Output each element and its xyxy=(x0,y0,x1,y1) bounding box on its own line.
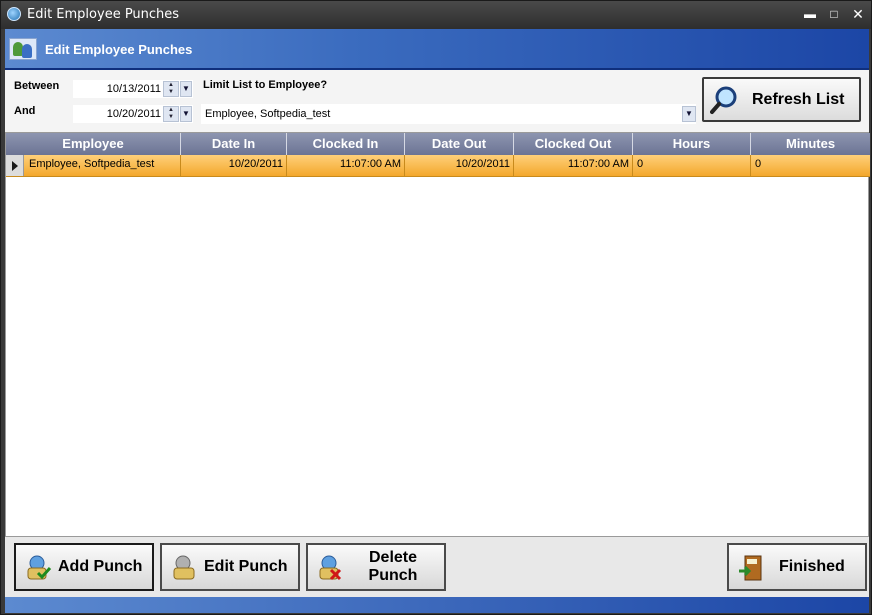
app-icon xyxy=(7,7,21,21)
between-label: Between xyxy=(14,80,60,92)
client-area: Edit Employee Punches Between 10/13/2011… xyxy=(5,29,870,613)
employees-icon xyxy=(9,38,37,60)
employee-select-value: Employee, Softpedia_test xyxy=(205,108,331,120)
col-clocked-in[interactable]: Clocked In xyxy=(287,133,405,155)
and-label: And xyxy=(14,105,36,117)
start-date-dropdown-icon[interactable]: ▼ xyxy=(180,81,192,97)
col-employee[interactable]: Employee xyxy=(6,133,181,155)
header-band: Edit Employee Punches xyxy=(5,29,869,70)
col-hours[interactable]: Hours xyxy=(633,133,751,155)
col-clocked-out[interactable]: Clocked Out xyxy=(514,133,633,155)
filter-panel: Between 10/13/2011 ▲ ▼ ▼ And 10/20/2011 ▲… xyxy=(5,70,869,132)
edit-punch-button[interactable]: Edit Punch xyxy=(160,543,300,591)
cell-minutes[interactable]: 0 xyxy=(751,155,870,176)
col-date-out[interactable]: Date Out xyxy=(405,133,514,155)
delete-punch-button[interactable]: Delete Punch xyxy=(306,543,446,591)
magnifier-icon xyxy=(710,86,737,114)
end-date-field[interactable]: 10/20/2011 ▲ ▼ ▼ xyxy=(73,105,193,123)
cell-clocked-out[interactable]: 11:07:00 AM xyxy=(514,155,633,176)
window-title: Edit Employee Punches xyxy=(27,7,180,22)
cell-date-in[interactable]: 10/20/2011 xyxy=(181,155,287,176)
cell-employee[interactable]: Employee, Softpedia_test xyxy=(25,155,181,176)
limit-employee-label: Limit List to Employee? xyxy=(203,79,328,91)
title-bar[interactable]: Edit Employee Punches ▬ □ ✕ xyxy=(1,1,871,29)
cell-clocked-in[interactable]: 11:07:00 AM xyxy=(287,155,405,176)
add-punch-icon xyxy=(27,555,52,580)
action-bar: Add Punch Edit Punch Delete Punch Finish… xyxy=(5,537,869,597)
app-window: Edit Employee Punches ▬ □ ✕ Edit Employe… xyxy=(0,0,872,615)
end-date-dropdown-icon[interactable]: ▼ xyxy=(180,106,192,122)
finished-label: Finished xyxy=(779,558,845,575)
row-selector[interactable] xyxy=(6,155,24,176)
current-row-arrow-icon xyxy=(12,161,18,171)
delete-punch-label-line2: Punch xyxy=(368,567,418,584)
refresh-list-button[interactable]: Refresh List xyxy=(702,77,861,122)
start-date-value: 10/13/2011 xyxy=(106,83,161,95)
finished-button[interactable]: Finished xyxy=(727,543,867,591)
page-title: Edit Employee Punches xyxy=(45,42,193,57)
col-date-in[interactable]: Date In xyxy=(181,133,287,155)
footer-band xyxy=(5,597,869,613)
refresh-list-label: Refresh List xyxy=(752,91,845,108)
add-punch-label: Add Punch xyxy=(58,558,143,575)
cell-hours[interactable]: 0 xyxy=(633,155,751,176)
delete-punch-label-line1: Delete xyxy=(368,549,418,566)
start-date-field[interactable]: 10/13/2011 ▲ ▼ ▼ xyxy=(73,80,193,98)
punches-grid[interactable]: Employee Date In Clocked In Date Out Clo… xyxy=(5,132,870,537)
grid-header: Employee Date In Clocked In Date Out Clo… xyxy=(6,133,870,155)
employee-select[interactable]: Employee, Softpedia_test ▼ xyxy=(201,104,696,124)
delete-punch-icon xyxy=(319,555,342,581)
minimize-button[interactable]: ▬ xyxy=(801,6,819,22)
edit-punch-label: Edit Punch xyxy=(204,558,288,575)
maximize-button[interactable]: □ xyxy=(825,6,843,22)
start-date-spinner[interactable]: ▲ ▼ xyxy=(163,81,179,97)
employee-dropdown-icon[interactable]: ▼ xyxy=(682,106,696,122)
exit-door-icon xyxy=(739,555,762,581)
close-button[interactable]: ✕ xyxy=(849,6,867,22)
end-date-spinner[interactable]: ▲ ▼ xyxy=(163,106,179,122)
col-minutes[interactable]: Minutes xyxy=(751,133,870,155)
cell-date-out[interactable]: 10/20/2011 xyxy=(405,155,514,176)
end-date-value: 10/20/2011 xyxy=(106,108,161,120)
table-row[interactable]: Employee, Softpedia_test 10/20/2011 11:0… xyxy=(6,155,870,177)
add-punch-button[interactable]: Add Punch xyxy=(14,543,154,591)
edit-punch-icon xyxy=(173,555,195,580)
